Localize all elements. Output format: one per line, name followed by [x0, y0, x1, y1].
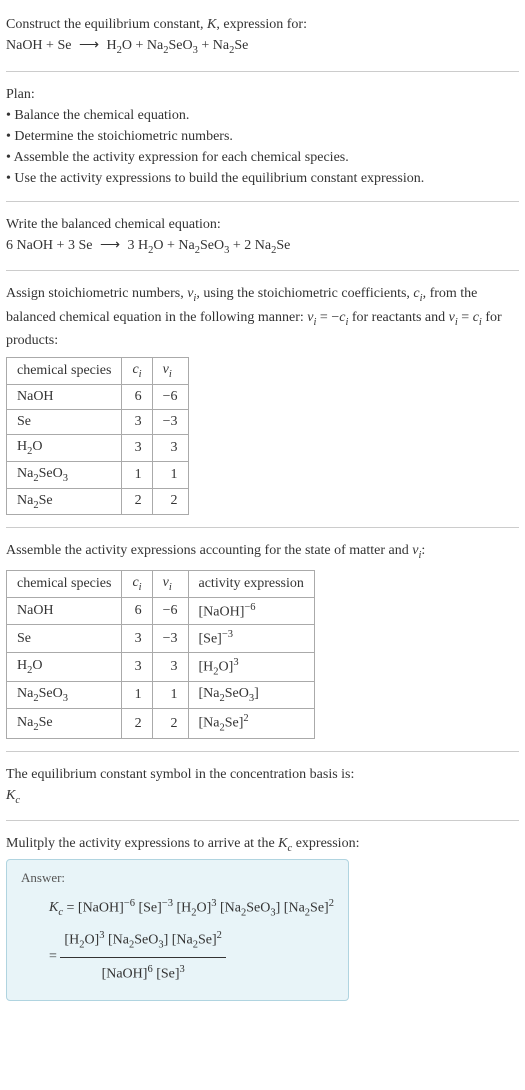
cell-c: 3	[122, 409, 152, 434]
cell-expr: [NaOH]−6	[188, 597, 314, 625]
cell-v: 2	[152, 488, 188, 515]
cell-expr: [Se]−3	[188, 625, 314, 653]
multiply-text: Mulitply the activity expressions to arr…	[6, 833, 519, 857]
table-row: NaOH 6 −6	[7, 384, 189, 409]
cell-c: 2	[122, 709, 152, 738]
th-ci: ci	[122, 358, 152, 385]
divider	[6, 201, 519, 202]
assign-text: Assign stoichiometric numbers, νi, using…	[6, 283, 519, 351]
stoich-table: chemical species ci νi NaOH 6 −6 Se 3 −3…	[6, 357, 189, 515]
intro-text: Construct the equilibrium constant, K, e…	[6, 14, 519, 35]
divider	[6, 820, 519, 821]
fraction-denominator: [NaOH]6 [Se]3	[60, 958, 226, 990]
fraction-numerator: [H2O]3 [Na2SeO3] [Na2Se]2	[60, 924, 226, 958]
symbol-kc: Kc	[6, 785, 519, 809]
multiply-section: Mulitply the activity expressions to arr…	[6, 825, 519, 1009]
table-row: Na2SeO3 1 1 [Na2SeO3]	[7, 682, 315, 709]
cell-c: 3	[122, 653, 152, 682]
divider	[6, 270, 519, 271]
cell-c: 6	[122, 384, 152, 409]
table-row: H2O 3 3 [H2O]3	[7, 653, 315, 682]
plan-item: • Balance the chemical equation.	[6, 105, 519, 126]
answer-label: Answer:	[21, 870, 334, 886]
table-row: Se 3 −3	[7, 409, 189, 434]
plan-header: Plan:	[6, 84, 519, 105]
table-row: Se 3 −3 [Se]−3	[7, 625, 315, 653]
plan-item: • Use the activity expressions to build …	[6, 168, 519, 189]
cell-v: 3	[152, 653, 188, 682]
th-ci: ci	[122, 570, 152, 597]
assemble-text: Assemble the activity expressions accoun…	[6, 540, 519, 564]
cell-v: 2	[152, 709, 188, 738]
divider	[6, 527, 519, 528]
fraction: [H2O]3 [Na2SeO3] [Na2Se]2 [NaOH]6 [Se]3	[60, 924, 226, 990]
assign-section: Assign stoichiometric numbers, νi, using…	[6, 275, 519, 523]
cell-species: H2O	[7, 653, 122, 682]
cell-v: 1	[152, 682, 188, 709]
answer-box: Answer: Kc = [NaOH]−6 [Se]−3 [H2O]3 [Na2…	[6, 859, 349, 1002]
cell-v: 3	[152, 434, 188, 461]
table-row: Na2SeO3 1 1	[7, 461, 189, 488]
answer-line2: = [H2O]3 [Na2SeO3] [Na2Se]2 [NaOH]6 [Se]…	[21, 924, 334, 990]
table-row: Na2Se 2 2	[7, 488, 189, 515]
cell-v: −6	[152, 597, 188, 625]
divider	[6, 751, 519, 752]
th-vi: νi	[152, 358, 188, 385]
symbol-text: The equilibrium constant symbol in the c…	[6, 764, 519, 785]
cell-v: −3	[152, 625, 188, 653]
cell-v: −3	[152, 409, 188, 434]
cell-v: 1	[152, 461, 188, 488]
activity-table: chemical species ci νi activity expressi…	[6, 570, 315, 739]
table-header-row: chemical species ci νi	[7, 358, 189, 385]
cell-species: Se	[7, 625, 122, 653]
cell-expr: [Na2Se]2	[188, 709, 314, 738]
cell-species: Na2SeO3	[7, 682, 122, 709]
cell-species: Na2Se	[7, 709, 122, 738]
cell-v: −6	[152, 384, 188, 409]
cell-species: H2O	[7, 434, 122, 461]
plan-item: • Assemble the activity expression for e…	[6, 147, 519, 168]
table-row: H2O 3 3	[7, 434, 189, 461]
cell-species: NaOH	[7, 597, 122, 625]
cell-c: 6	[122, 597, 152, 625]
cell-expr: [H2O]3	[188, 653, 314, 682]
table-row: NaOH 6 −6 [NaOH]−6	[7, 597, 315, 625]
balanced-section: Write the balanced chemical equation: 6 …	[6, 206, 519, 267]
balanced-equation: 6 NaOH + 3 Se ⟶ 3 H2O + Na2SeO3 + 2 Na2S…	[6, 235, 519, 259]
assemble-section: Assemble the activity expressions accoun…	[6, 532, 519, 746]
symbol-section: The equilibrium constant symbol in the c…	[6, 756, 519, 817]
answer-line1: Kc = [NaOH]−6 [Se]−3 [H2O]3 [Na2SeO3] [N…	[21, 892, 334, 925]
cell-expr: [Na2SeO3]	[188, 682, 314, 709]
th-expr: activity expression	[188, 570, 314, 597]
th-species: chemical species	[7, 358, 122, 385]
plan-item: • Determine the stoichiometric numbers.	[6, 126, 519, 147]
divider	[6, 71, 519, 72]
balanced-header: Write the balanced chemical equation:	[6, 214, 519, 235]
cell-species: Na2SeO3	[7, 461, 122, 488]
cell-c: 3	[122, 625, 152, 653]
cell-c: 3	[122, 434, 152, 461]
cell-c: 1	[122, 682, 152, 709]
table-header-row: chemical species ci νi activity expressi…	[7, 570, 315, 597]
cell-species: NaOH	[7, 384, 122, 409]
th-vi: νi	[152, 570, 188, 597]
cell-c: 1	[122, 461, 152, 488]
cell-c: 2	[122, 488, 152, 515]
cell-species: Na2Se	[7, 488, 122, 515]
table-row: Na2Se 2 2 [Na2Se]2	[7, 709, 315, 738]
cell-species: Se	[7, 409, 122, 434]
intro-section: Construct the equilibrium constant, K, e…	[6, 6, 519, 67]
intro-equation: NaOH + Se ⟶ H2O + Na2SeO3 + Na2Se	[6, 35, 519, 59]
plan-section: Plan: • Balance the chemical equation. •…	[6, 76, 519, 197]
th-species: chemical species	[7, 570, 122, 597]
